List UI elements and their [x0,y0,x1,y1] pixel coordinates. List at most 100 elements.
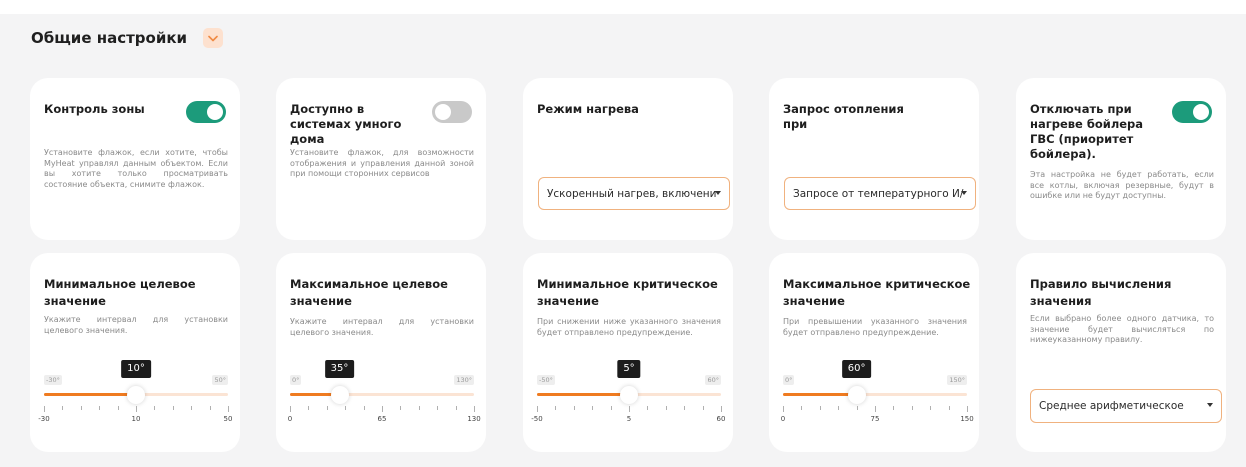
smart-home-card: Доступно в системах умного дома Установи… [276,78,486,240]
zone-control-toggle[interactable] [186,101,226,123]
card-title: Отключать при нагреве бойлера ГВС (приор… [1030,102,1144,161]
range-min-label: 0° [783,375,795,385]
toggle-knob [1193,104,1209,120]
card-description: Эта настройка не будет работать, если вс… [1030,170,1214,201]
slider-thumb[interactable] [330,386,349,404]
tick-mark [228,406,229,412]
card-description: Установите флажок, если хотите, чтобы My… [44,148,228,189]
top-strip [0,0,1246,14]
tick-label: 150 [960,415,974,423]
tick-mark [62,406,64,410]
value-bubble: 60° [841,360,872,378]
max-target-card: Максимальное целевое значение Укажите ин… [276,253,486,452]
toggle-knob [435,104,451,120]
range-min-label: 0° [290,375,302,385]
range-min-label: -50° [537,375,555,385]
range-min-label: -30° [44,375,62,385]
tick-mark [382,406,383,412]
tick-mark [537,406,538,412]
tick-mark [893,406,895,410]
tick-mark [948,406,950,410]
tick-mark [80,406,82,410]
card-title: Максимальное целевое значение [290,277,448,308]
tick-label: 130 [467,415,481,423]
collapse-button[interactable] [203,28,224,48]
tick-label: 0 [780,415,786,423]
zone-control-card: Контроль зоны Установите флажок, если хо… [30,78,240,240]
tick-label: 50 [223,415,233,423]
calc-rule-select[interactable]: Среднее арифметическое [1030,389,1222,423]
section-header: Общие настройки [31,28,224,48]
tick-mark [326,406,328,410]
tick-mark [345,406,347,410]
tick-label: 65 [377,415,387,423]
tick-mark [838,406,840,410]
tick-mark [702,406,704,410]
tick-mark [721,406,722,412]
tick-mark [819,406,821,410]
tick-mark [154,406,156,410]
tick-mark [555,406,557,410]
tick-mark [684,406,686,410]
tick-mark [592,406,594,410]
tick-mark [400,406,402,410]
dhw-priority-toggle[interactable] [1172,101,1212,123]
smart-home-toggle[interactable] [432,101,472,123]
card-title: Минимальное критическое значение [537,277,718,308]
range-max-label: 150° [947,375,967,385]
range-max-label: 130° [454,375,474,385]
card-title: Режим нагрева [537,102,639,116]
slider-thumb[interactable] [847,386,866,404]
tick-label: 0 [287,415,293,423]
tick-label: -50 [531,415,543,423]
slider-ticks [290,406,475,414]
chevron-down-icon [208,35,218,41]
tick-mark [665,406,667,410]
tick-mark [573,406,575,410]
select-value: Среднее арифметическое [1039,400,1184,412]
tick-label: 60 [716,415,726,423]
card-description: Если выбрано более одного датчика, то зн… [1030,314,1214,345]
slider-thumb[interactable] [127,386,145,404]
tick-mark [290,406,291,412]
min-critical-card: Минимальное критическое значение При сни… [523,253,733,452]
card-title: Контроль зоны [44,102,145,116]
heating-request-select[interactable]: Запросе от температурного И/ [784,177,976,210]
caret-down-icon [715,191,721,195]
tick-label: -30 [38,415,50,423]
tick-mark [629,406,630,412]
card-title: Правило вычисления значения [1030,277,1172,308]
heating-request-card: Запрос отопления при Запросе от температ… [769,78,979,240]
card-title: Доступно в системах умного дома [290,102,402,146]
card-title: Максимальное критическое значение [783,277,971,308]
max-critical-card: Максимальное критическое значение При пр… [769,253,979,452]
min-critical-slider[interactable]: -50° 60° 5° -50 5 60 [531,358,725,428]
max-target-slider[interactable]: 0° 130° 35° 0 65 130 [287,358,481,428]
range-max-label: 60° [705,375,721,385]
slider-fill [44,393,136,396]
tick-mark [647,406,649,410]
slider-thumb[interactable] [620,386,638,404]
tick-mark [363,406,365,410]
heating-mode-select[interactable]: Ускоренный нагрев, включени [538,177,730,210]
tick-mark [44,406,45,412]
min-target-card: Минимальное целевое значение Укажите инт… [30,253,240,452]
range-max-label: 50° [212,375,228,385]
card-description: При снижении ниже указанного значения бу… [537,317,721,337]
tick-mark [474,406,475,412]
caret-down-icon [961,191,967,195]
tick-mark [455,406,457,410]
tick-label: 10 [131,415,141,423]
min-target-slider[interactable]: -30° 50° 10° -30 10 50 [38,358,232,428]
tick-mark [117,406,119,410]
heating-mode-card: Режим нагрева Ускоренный нагрев, включен… [523,78,733,240]
tick-mark [99,406,101,410]
slider-ticks [537,406,722,414]
value-bubble: 35° [324,360,355,378]
tick-mark [856,406,858,410]
calc-rule-card: Правило вычисления значения Если выбрано… [1016,253,1226,452]
tick-mark [875,406,876,412]
tick-mark [610,406,612,410]
tick-mark [967,406,968,412]
max-critical-slider[interactable]: 0° 150° 60° 0 75 150 [780,358,974,428]
